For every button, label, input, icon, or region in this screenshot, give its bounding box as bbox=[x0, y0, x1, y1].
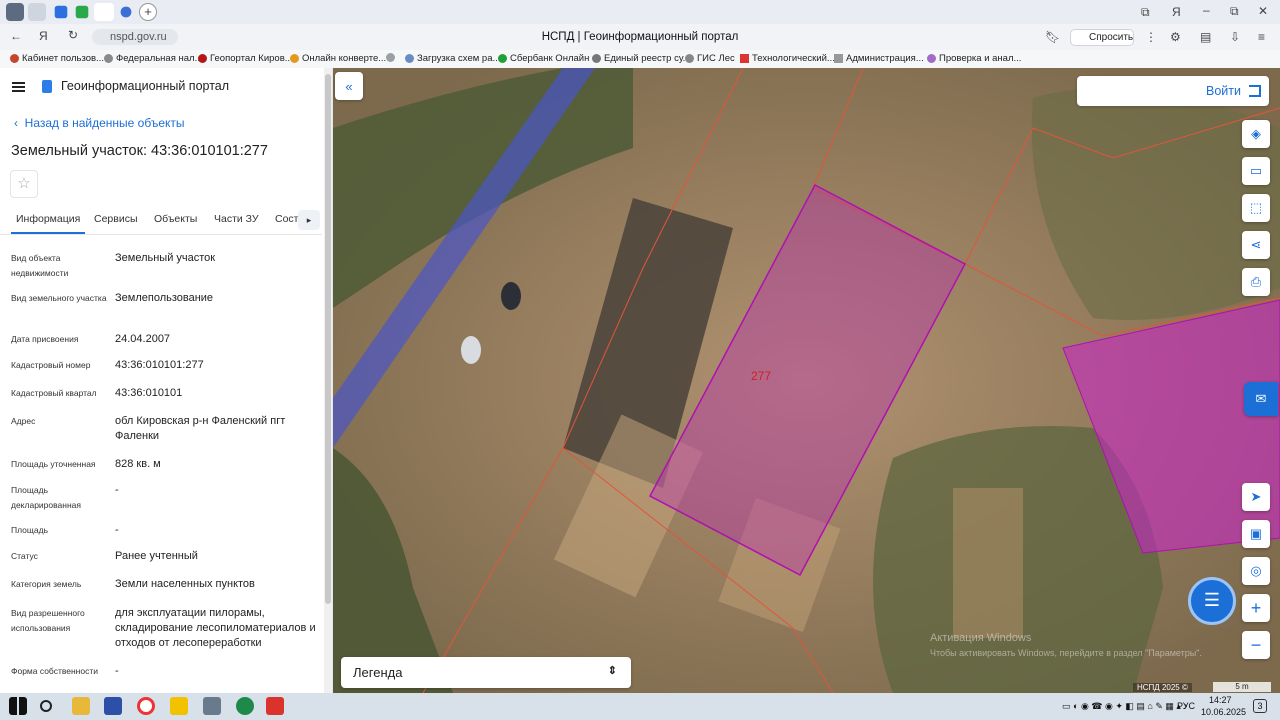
bookmark-item[interactable]: Кабинет пользов... bbox=[10, 53, 104, 64]
yandex-icon[interactable]: Я bbox=[1172, 5, 1181, 19]
tab-active-nspd[interactable] bbox=[94, 3, 114, 21]
photo-app-icon[interactable] bbox=[203, 697, 221, 715]
back-to-results-link[interactable]: ‹ Назад в найденные объекты bbox=[14, 116, 185, 130]
tab-site-icon[interactable] bbox=[120, 6, 132, 18]
login-button[interactable]: Войти bbox=[1077, 76, 1269, 106]
car bbox=[461, 336, 481, 364]
scrollbar-thumb[interactable] bbox=[325, 74, 331, 604]
assistant-chat-icon[interactable]: ✉ bbox=[1244, 382, 1278, 416]
more-icon[interactable]: ⋮ bbox=[1145, 30, 1157, 44]
lumber-stack bbox=[953, 488, 1023, 638]
clock-date[interactable]: 10.06.2025 bbox=[1201, 707, 1246, 717]
info-tabs: Информация Сервисы Объекты Части ЗУ Сост… bbox=[0, 207, 322, 235]
bookmark-item[interactable]: Федеральная нал... bbox=[104, 53, 203, 64]
map-copyright: НСПД 2025 © bbox=[1133, 683, 1192, 692]
bookmark-icon[interactable]: 🔖︎ bbox=[1045, 30, 1060, 44]
browser-tab-bar: + ⧉ Я – ⧉ ✕ bbox=[0, 0, 1280, 24]
windows-taskbar: ▭ ◐ ◉ ☎ ◉ ✦ ◧ ▤ ⌂ ✎ ▦ ▴ ♪ РУС 14:27 10.0… bbox=[0, 693, 1280, 720]
tray-icons[interactable]: ▭ ◐ ◉ ☎ ◉ ✦ ◧ ▤ ⌂ ✎ ▦ ▴ ♪ bbox=[1062, 701, 1188, 712]
maximize-icon[interactable]: ⧉ bbox=[1230, 4, 1239, 19]
tab-dropdown-icon[interactable] bbox=[28, 3, 46, 21]
location-button[interactable]: ◎ bbox=[1242, 557, 1270, 585]
extensions-icon[interactable]: ⚙ bbox=[1170, 30, 1181, 44]
satellite-map bbox=[333, 68, 1280, 693]
clock-time[interactable]: 14:27 bbox=[1209, 695, 1232, 705]
search-icon[interactable] bbox=[40, 700, 52, 712]
bookmark-item[interactable]: Проверка и анал... bbox=[927, 53, 1021, 64]
layers-button[interactable]: ◈ bbox=[1242, 120, 1270, 148]
file-explorer-icon[interactable] bbox=[72, 697, 90, 715]
tabs-menu-icon[interactable] bbox=[6, 3, 24, 21]
minimap-button[interactable]: ▣ bbox=[1242, 520, 1270, 548]
map-scale: 5 m bbox=[1213, 682, 1271, 692]
support-chat-icon[interactable]: ☰ bbox=[1188, 577, 1236, 625]
menu-icon[interactable]: ≡ bbox=[1258, 30, 1265, 44]
tabs-scroll-right-icon[interactable]: ▸ bbox=[298, 210, 320, 230]
tab-information[interactable]: Информация bbox=[11, 213, 86, 234]
favorite-star-icon[interactable]: ☆ bbox=[10, 170, 38, 198]
windows-start-icon[interactable] bbox=[9, 697, 27, 715]
hamburger-menu-icon[interactable] bbox=[12, 82, 25, 92]
new-tab-icon[interactable]: + bbox=[139, 3, 157, 21]
car bbox=[501, 282, 521, 310]
bookmark-item[interactable]: Геопортал Киров... bbox=[198, 53, 293, 64]
panel-scrollbar[interactable] bbox=[324, 68, 332, 693]
language-indicator[interactable]: РУС bbox=[1177, 701, 1195, 711]
sticky-notes-icon[interactable] bbox=[170, 697, 188, 715]
bookmark-item[interactable]: Загрузка схем ра... bbox=[405, 53, 500, 64]
tab-tasks-icon[interactable] bbox=[75, 5, 89, 19]
bookmark-item[interactable]: Онлайн конверте... bbox=[290, 53, 386, 64]
object-title: Земельный участок: 43:36:010101:277 bbox=[11, 143, 268, 159]
legend-dropdown[interactable]: Легенда ⇕ bbox=[341, 657, 631, 688]
ask-button[interactable]: Спросить bbox=[1070, 29, 1134, 46]
minimize-icon[interactable]: – bbox=[1203, 3, 1210, 17]
tab-parts[interactable]: Части ЗУ bbox=[214, 213, 259, 225]
select-area-button[interactable]: ⬚ bbox=[1242, 194, 1270, 222]
nspd-logo-icon bbox=[42, 80, 52, 93]
object-info-panel: Геоинформационный портал ‹ Назад в найде… bbox=[0, 68, 333, 693]
green-app-icon[interactable] bbox=[236, 697, 254, 715]
login-icon bbox=[1249, 85, 1261, 97]
portal-name: Геоинформационный портал bbox=[61, 79, 230, 93]
geolocate-button[interactable]: ➤ bbox=[1242, 483, 1270, 511]
tab-objects[interactable]: Объекты bbox=[154, 213, 197, 225]
yandex-browser-icon[interactable] bbox=[137, 697, 155, 715]
windows-activation-title: Активация Windows bbox=[930, 632, 1032, 644]
save-app-icon[interactable] bbox=[104, 697, 122, 715]
close-icon[interactable]: ✕ bbox=[1258, 4, 1268, 18]
wps-icon[interactable] bbox=[266, 697, 284, 715]
map-view[interactable]: 277 « Войти ◈ ▭ ⬚ ⋖ ⎙ ✉ ➤ ▣ ◎ + − ☰ Акти… bbox=[333, 68, 1280, 693]
notifications-icon[interactable]: 3 bbox=[1253, 699, 1267, 713]
parcel-number-label: 277 bbox=[751, 369, 772, 383]
windows-activation-text: Чтобы активировать Windows, перейдите в … bbox=[930, 648, 1202, 658]
tab-mail-icon[interactable] bbox=[54, 5, 68, 19]
ruler-button[interactable]: ▭ bbox=[1242, 157, 1270, 185]
bookmark-item[interactable]: Сбербанк Онлайн bbox=[498, 53, 589, 64]
share-button[interactable]: ⋖ bbox=[1242, 231, 1270, 259]
zoom-out-button[interactable]: − bbox=[1242, 631, 1270, 659]
bookmark-item[interactable]: Единый реестр су... bbox=[592, 53, 691, 64]
sidebar-icon[interactable]: ▤ bbox=[1200, 30, 1211, 44]
print-button[interactable]: ⎙ bbox=[1242, 268, 1270, 296]
bookmark-item[interactable]: Администрация... bbox=[834, 53, 924, 64]
tab-services[interactable]: Сервисы bbox=[94, 213, 138, 225]
collapse-panel-button[interactable]: « bbox=[335, 72, 363, 100]
bookmark-item[interactable] bbox=[386, 53, 395, 62]
chevron-updown-icon: ⇕ bbox=[607, 665, 617, 677]
bookmark-item[interactable]: ГИС Лес bbox=[685, 53, 735, 64]
zoom-in-button[interactable]: + bbox=[1242, 594, 1270, 622]
bookmark-item[interactable]: Технологический... bbox=[740, 53, 835, 64]
bookmarks-bar: Кабинет пользов... Федеральная нал... Ге… bbox=[0, 50, 1280, 68]
download-icon[interactable]: ⇩ bbox=[1230, 30, 1240, 44]
collections-icon[interactable]: ⧉ bbox=[1141, 5, 1150, 20]
